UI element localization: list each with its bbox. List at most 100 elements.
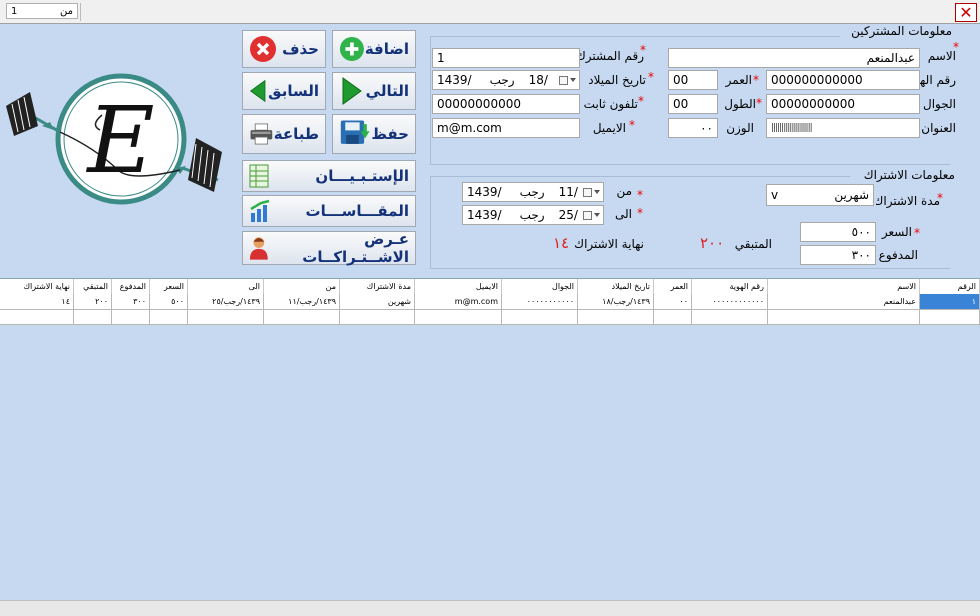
- birth-date-picker[interactable]: 1439/ رجب 18/: [432, 70, 580, 90]
- required-star: *: [629, 118, 635, 132]
- table-cell[interactable]: ١: [920, 294, 980, 310]
- new-row-cell[interactable]: [74, 310, 112, 325]
- calendar-dropdown-icon[interactable]: [583, 210, 600, 220]
- add-button[interactable]: اضافة: [332, 30, 416, 68]
- remaining-label: المتبقي: [734, 237, 772, 251]
- title-bar: [0, 0, 980, 24]
- previous-button[interactable]: السابق: [242, 72, 326, 110]
- from-date-picker[interactable]: 1439/ رجب 11/: [462, 182, 604, 202]
- table-cell[interactable]: ٥٠٠: [150, 294, 188, 310]
- save-label: حفظ: [371, 125, 409, 143]
- section-divider-v: [430, 36, 431, 164]
- table-cell[interactable]: ١٤٣٩/رجب/١١: [264, 294, 340, 310]
- measurements-button[interactable]: المقـــاســـات: [242, 195, 416, 227]
- subscriber-number-label: رقم المشترك: [575, 49, 644, 63]
- new-row-cell[interactable]: [920, 310, 980, 325]
- new-row-cell[interactable]: [264, 310, 340, 325]
- record-current: 1: [11, 5, 18, 17]
- new-row-cell[interactable]: [415, 310, 502, 325]
- subscription-end-value: ١٤: [553, 234, 570, 252]
- table-cell[interactable]: ١٤: [0, 294, 74, 310]
- save-button[interactable]: حفظ: [332, 114, 416, 154]
- table-cell[interactable]: شهرين: [340, 294, 415, 310]
- column-header[interactable]: الاسم: [768, 279, 920, 294]
- address-field[interactable]: [766, 118, 920, 138]
- toolbar-divider: [80, 3, 81, 21]
- column-header[interactable]: تاريخ الميلاد: [578, 279, 654, 294]
- new-row-cell[interactable]: [654, 310, 692, 325]
- price-label: السعر: [881, 225, 912, 239]
- new-row-cell[interactable]: [150, 310, 188, 325]
- new-row-cell[interactable]: [502, 310, 578, 325]
- new-row-cell[interactable]: [692, 310, 768, 325]
- to-date-picker[interactable]: 1439/ رجب 25/: [462, 205, 604, 225]
- landline-field[interactable]: [432, 94, 580, 114]
- column-header[interactable]: مدة الاشتراك: [340, 279, 415, 294]
- paid-field[interactable]: [800, 245, 876, 265]
- height-field[interactable]: [668, 94, 718, 114]
- column-header[interactable]: المدفوع: [112, 279, 150, 294]
- column-header[interactable]: نهاية الاشتراك: [0, 279, 74, 294]
- subscriber-number-field[interactable]: [432, 48, 580, 68]
- required-star: *: [756, 96, 762, 110]
- table-cell[interactable]: ٠٠: [654, 294, 692, 310]
- weight-label: الوزن: [726, 121, 754, 135]
- new-row-cell[interactable]: [112, 310, 150, 325]
- table-cell[interactable]: m@m.com: [415, 294, 502, 310]
- column-header[interactable]: السعر: [150, 279, 188, 294]
- subscribers-table[interactable]: الرقم ١ الاسم عبدالمنعم رقم الهوية ٠٠٠٠٠٠٠٠٠٠…: [0, 278, 980, 600]
- column-header[interactable]: المتبقي: [74, 279, 112, 294]
- section-divider: [430, 164, 950, 165]
- column-header[interactable]: الرقم: [920, 279, 980, 294]
- mobile-field[interactable]: [766, 94, 920, 114]
- print-button[interactable]: طباعة: [242, 114, 326, 154]
- column-header[interactable]: رقم الهوية: [692, 279, 768, 294]
- age-label: العمر: [725, 73, 752, 87]
- record-navigator[interactable]: 1 من: [6, 3, 78, 19]
- column-header[interactable]: الايميل: [415, 279, 502, 294]
- user-icon: [249, 237, 268, 260]
- view-subscriptions-button[interactable]: عـرض الاشــتـراكــات: [242, 230, 416, 266]
- survey-button[interactable]: الإستـبـيـــان: [242, 160, 416, 192]
- new-row-cell[interactable]: [188, 310, 264, 325]
- table-cell[interactable]: ٠٠٠٠٠٠٠٠٠٠٠: [502, 294, 578, 310]
- name-field[interactable]: [668, 48, 920, 68]
- table-cell[interactable]: ٣٠٠: [112, 294, 150, 310]
- email-field[interactable]: [432, 118, 580, 138]
- column-header[interactable]: الى: [188, 279, 264, 294]
- weight-field[interactable]: [668, 118, 718, 138]
- close-button[interactable]: ✕: [955, 3, 977, 22]
- age-field[interactable]: [668, 70, 718, 90]
- table-cell[interactable]: ٠٠٠٠٠٠٠٠٠٠٠٠: [692, 294, 768, 310]
- table-cell[interactable]: ١٤٣٩/رجب/١٨: [578, 294, 654, 310]
- table-cell[interactable]: ١٤٣٩/رجب/٢٥: [188, 294, 264, 310]
- record-of-label: من: [60, 5, 73, 17]
- calendar-dropdown-icon[interactable]: [583, 187, 600, 197]
- save-icon: [340, 120, 370, 144]
- delete-icon: [250, 36, 276, 62]
- required-star: *: [753, 73, 759, 87]
- new-row-cell[interactable]: [0, 310, 74, 325]
- price-field[interactable]: [800, 222, 876, 242]
- horizontal-scrollbar[interactable]: [0, 600, 980, 616]
- column-header[interactable]: الجوال: [502, 279, 578, 294]
- next-label: التالي: [365, 82, 409, 100]
- add-label: اضافة: [364, 40, 409, 58]
- column-header[interactable]: العمر: [654, 279, 692, 294]
- arrow-right-icon: [342, 77, 362, 105]
- new-row-cell[interactable]: [578, 310, 654, 325]
- id-number-field[interactable]: [766, 70, 920, 90]
- duration-select[interactable]: v شهرين: [766, 184, 874, 206]
- next-button[interactable]: التالي: [332, 72, 416, 110]
- table-cell[interactable]: عبدالمنعم: [768, 294, 920, 310]
- paid-label: المدفوع: [878, 248, 918, 262]
- calendar-dropdown-icon[interactable]: [559, 75, 576, 85]
- new-row-cell[interactable]: [340, 310, 415, 325]
- table-cell[interactable]: ٢٠٠: [74, 294, 112, 310]
- column-header[interactable]: من: [264, 279, 340, 294]
- delete-button[interactable]: حذف: [242, 30, 326, 68]
- new-row-cell[interactable]: [768, 310, 920, 325]
- required-star: *: [637, 188, 643, 202]
- from-day: 11/: [558, 185, 578, 199]
- chart-icon: [250, 199, 270, 222]
